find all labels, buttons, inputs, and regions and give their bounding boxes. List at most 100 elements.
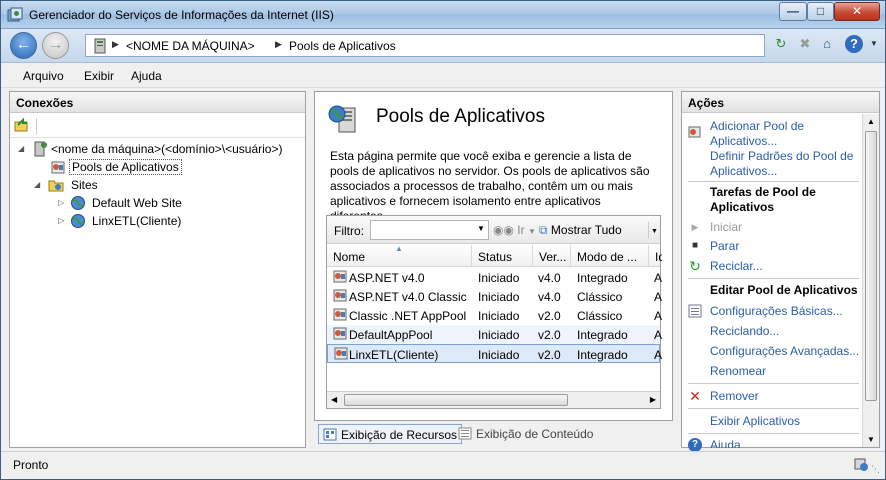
chevron-down-icon[interactable]: ▼ (864, 35, 884, 55)
remove-link[interactable]: Remover (710, 389, 759, 403)
minimize-button[interactable]: — (779, 2, 807, 21)
recycling-link[interactable]: Reciclando... (710, 324, 779, 338)
recycle-icon: ↻ (689, 258, 701, 274)
close-button[interactable]: ✕ (834, 2, 880, 21)
stop-link[interactable]: Parar (710, 239, 739, 253)
resize-grip-icon[interactable]: ⋱ (871, 464, 880, 475)
pool-version: v2.0 (538, 309, 561, 323)
menu-exibir[interactable]: Exibir (84, 69, 114, 83)
feature-panel: Pools de Aplicativos Esta página permite… (314, 91, 673, 421)
refresh-icon[interactable]: ↻ (771, 35, 791, 55)
pool-name: ASP.NET v4.0 (349, 271, 425, 285)
forward-button[interactable]: → (42, 32, 69, 59)
pool-name: DefaultAppPool (349, 328, 433, 342)
set-defaults-link[interactable]: Definir Padrões do Pool de Aplicativos..… (710, 149, 860, 179)
expand-icon[interactable]: ▷ (58, 198, 64, 207)
horizontal-scrollbar[interactable]: ◀ ▶ (327, 391, 660, 408)
show-all-label: Mostrar Tudo (550, 223, 622, 237)
pool-identity: A (654, 271, 663, 285)
advanced-settings-link[interactable]: Configurações Avançadas... (710, 344, 859, 358)
tree-label: Sites (71, 178, 98, 192)
tree-item-default-web-site[interactable]: ▷ Default Web Site (58, 194, 258, 212)
menu-arquivo[interactable]: Arquivo (23, 69, 64, 83)
maximize-button[interactable]: □ (807, 2, 834, 21)
stop-icon[interactable]: ✖ (795, 35, 815, 55)
scroll-thumb[interactable] (865, 131, 877, 401)
tree-item-sites[interactable]: ◢ Sites (34, 176, 234, 194)
column-identity[interactable]: Id (649, 245, 662, 267)
back-button[interactable]: ← (10, 32, 37, 59)
pool-mode: Integrado (577, 328, 628, 342)
filter-input[interactable] (370, 220, 489, 240)
pool-status: Iniciado (478, 309, 520, 323)
globe-icon (71, 196, 85, 210)
chevron-down-icon[interactable]: ▼ (477, 224, 485, 233)
scroll-down-icon[interactable]: ▼ (867, 435, 875, 444)
table-row[interactable]: DefaultAppPool Iniciado v2.0 Integrado A (327, 325, 663, 344)
show-all-button[interactable]: ⧉ Mostrar Tudo (539, 223, 622, 238)
table-row[interactable]: ASP.NET v4.0 Classic Iniciado v4.0 Cláss… (327, 287, 662, 306)
iis-app-icon (7, 7, 23, 22)
pool-version: v4.0 (538, 290, 561, 304)
table-row[interactable]: ASP.NET v4.0 Iniciado v4.0 Integrado A (327, 268, 663, 287)
column-version[interactable]: Ver... (533, 245, 571, 267)
recycle-link[interactable]: Reciclar... (710, 259, 763, 273)
menu-ajuda[interactable]: Ajuda (131, 69, 162, 83)
expand-icon[interactable]: ▷ (58, 216, 64, 225)
table-row-selected[interactable]: LinxETL(Cliente) Iniciado v2.0 Integrado… (327, 344, 662, 363)
home-icon[interactable]: ⌂ (817, 35, 837, 55)
scroll-thumb[interactable] (344, 394, 568, 406)
start-icon: ▶ (691, 222, 699, 232)
help-icon[interactable]: ? (845, 35, 863, 53)
scroll-right-icon[interactable]: ▶ (650, 395, 656, 404)
app-pools-grid: Filtro: ▼ ◉◉ Ir ▼ ⧉ Mostrar Tudo ▼ Nome … (326, 215, 663, 409)
add-pool-link[interactable]: Adicionar Pool de Aplicativos... (710, 119, 860, 149)
column-status[interactable]: Status (472, 245, 533, 267)
filter-bar: Filtro: ▼ ◉◉ Ir ▼ ⧉ Mostrar Tudo ▼ (327, 216, 660, 244)
properties-icon (688, 304, 702, 318)
toolbar-divider (36, 118, 37, 134)
toolbar-overflow-icon[interactable]: ▼ (648, 222, 660, 238)
collapse-icon[interactable]: ◢ (18, 144, 24, 153)
tree-label: LinxETL(Cliente) (92, 214, 182, 228)
breadcrumb-machine[interactable]: <NOME DA MÁQUINA> (126, 39, 255, 53)
stop-icon: ■ (691, 240, 699, 251)
help-link[interactable]: Ajuda (710, 438, 741, 448)
tab-content-view[interactable]: Exibição de Conteúdo (454, 424, 597, 444)
scroll-left-icon[interactable]: ◀ (331, 395, 337, 404)
status-text: Pronto (13, 458, 49, 472)
app-pool-icon (333, 289, 347, 302)
tree-item-linxetl[interactable]: ▷ LinxETL(Cliente) (58, 212, 258, 230)
collapse-icon[interactable]: ◢ (34, 180, 40, 189)
address-bar: ← → ▶ <NOME DA MÁQUINA> ▶ Pools de Aplic… (1, 29, 885, 63)
app-pool-icon (333, 270, 347, 283)
page-title: Pools de Aplicativos (376, 106, 545, 127)
tree-item-server[interactable]: ◢ <nome da máquina>(<domínio>\<usuário>) (18, 140, 303, 158)
rename-link[interactable]: Renomear (710, 364, 766, 378)
vertical-scrollbar[interactable]: ▲ ▼ (862, 114, 879, 447)
connections-panel: Conexões ◢ <nome da máquina>(<domínio>\<… (9, 91, 306, 448)
connect-icon[interactable] (13, 117, 29, 133)
basic-settings-link[interactable]: Configurações Básicas... (710, 304, 843, 318)
sites-folder-icon (48, 180, 64, 192)
title-bar: Gerenciador do Serviços de Informações d… (1, 1, 885, 29)
tab-features-view[interactable]: Exibição de Recursos (318, 424, 463, 444)
pool-mode: Integrado (577, 348, 628, 362)
breadcrumb[interactable]: ▶ <NOME DA MÁQUINA> ▶ Pools de Aplicativ… (85, 34, 765, 57)
table-row[interactable]: Classic .NET AppPool Iniciado v2.0 Cláss… (327, 306, 662, 325)
view-applications-link[interactable]: Exibir Aplicativos (710, 414, 800, 428)
pool-identity: A (654, 328, 663, 342)
content-view-icon (458, 427, 472, 440)
column-pipeline-mode[interactable]: Modo de ... (571, 245, 649, 267)
help-icon: ? (688, 438, 702, 452)
tree-item-app-pools[interactable]: Pools de Aplicativos (50, 158, 230, 176)
start-link[interactable]: Iniciar (710, 220, 742, 234)
breadcrumb-app-pools[interactable]: Pools de Aplicativos (289, 39, 396, 53)
connections-title: Conexões (10, 92, 305, 113)
column-nome[interactable]: Nome ▲ (327, 245, 472, 267)
remove-icon: ✕ (689, 388, 701, 404)
scroll-up-icon[interactable]: ▲ (867, 117, 875, 126)
tasks-heading: Tarefas de Pool de Aplicativos (710, 185, 816, 214)
section-divider (688, 383, 859, 384)
go-button[interactable]: ◉◉ Ir ▼ (493, 223, 536, 237)
